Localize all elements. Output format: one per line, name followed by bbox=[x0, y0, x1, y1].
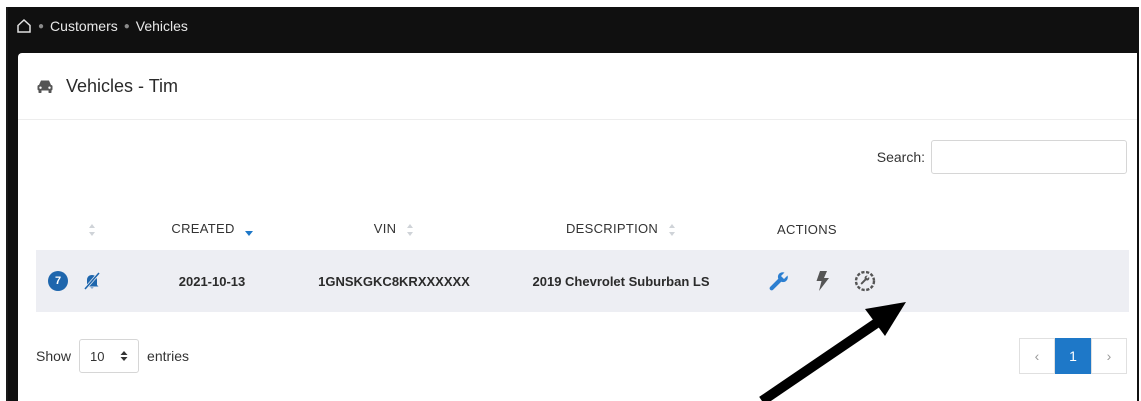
table-header-row: CREATED VIN DESCRIPTION ACTIONS bbox=[36, 208, 1129, 250]
show-label: Show bbox=[36, 348, 72, 364]
app-screen: ● Customers ● Vehicles Vehicles - Tim Se… bbox=[6, 7, 1139, 401]
sort-icon bbox=[669, 223, 676, 236]
row-controls-cell: 7 bbox=[36, 250, 141, 312]
home-icon[interactable] bbox=[16, 18, 32, 34]
breadcrumb-vehicles[interactable]: Vehicles bbox=[136, 18, 188, 34]
wrench-icon[interactable] bbox=[767, 269, 791, 293]
bolt-icon[interactable] bbox=[811, 269, 833, 293]
search-input[interactable] bbox=[931, 140, 1127, 174]
gear-wrench-icon[interactable] bbox=[852, 268, 878, 294]
bell-slash-icon[interactable] bbox=[82, 271, 102, 291]
card-header: Vehicles - Tim bbox=[18, 53, 1137, 120]
breadcrumb-customers[interactable]: Customers bbox=[50, 18, 118, 34]
sort-desc-icon bbox=[244, 230, 253, 236]
next-page-button[interactable]: › bbox=[1091, 338, 1127, 374]
column-header-control[interactable] bbox=[36, 208, 141, 250]
breadcrumb-separator: ● bbox=[38, 20, 45, 32]
entries-label: entries bbox=[147, 348, 190, 364]
entries-length-value: 10 bbox=[90, 348, 105, 364]
actions-cell bbox=[737, 250, 1129, 312]
description-cell: 2019 Chevrolet Suburban LS bbox=[532, 273, 710, 289]
car-icon bbox=[36, 78, 54, 94]
entries-length-select[interactable]: 10 bbox=[79, 339, 140, 373]
vehicles-card: Vehicles - Tim Search: CREATED VIN DESCR… bbox=[18, 53, 1137, 401]
vin-cell: 1GNSKGKC8KRXXXXXX bbox=[318, 273, 470, 289]
column-header-created[interactable]: CREATED bbox=[141, 208, 283, 250]
created-cell: 2021-10-13 bbox=[178, 273, 246, 289]
page-title: Vehicles - Tim bbox=[66, 75, 179, 96]
breadcrumb: ● Customers ● Vehicles bbox=[8, 7, 1139, 45]
select-arrows-icon bbox=[120, 351, 128, 361]
search-area: Search: bbox=[877, 140, 1127, 174]
prev-page-button[interactable]: ‹ bbox=[1019, 338, 1055, 374]
table-row: 7 2021-10-13 1GNSKGKC8KRXXXXXX 2019 Chev… bbox=[36, 250, 1129, 312]
column-header-description[interactable]: DESCRIPTION bbox=[505, 208, 737, 250]
pagination: ‹ 1 › bbox=[1019, 338, 1127, 374]
column-header-vin[interactable]: VIN bbox=[283, 208, 505, 250]
sort-icon bbox=[407, 223, 414, 236]
column-header-actions: ACTIONS bbox=[777, 221, 837, 237]
search-label: Search: bbox=[876, 149, 925, 165]
count-badge[interactable]: 7 bbox=[48, 271, 68, 291]
sort-icon bbox=[88, 223, 95, 236]
table-footer: Show 10 entries ‹ 1 › bbox=[36, 338, 1127, 374]
breadcrumb-separator: ● bbox=[123, 20, 130, 32]
vehicles-table: CREATED VIN DESCRIPTION ACTIONS 7 2021-1… bbox=[36, 208, 1129, 312]
page-1-button[interactable]: 1 bbox=[1055, 338, 1091, 374]
